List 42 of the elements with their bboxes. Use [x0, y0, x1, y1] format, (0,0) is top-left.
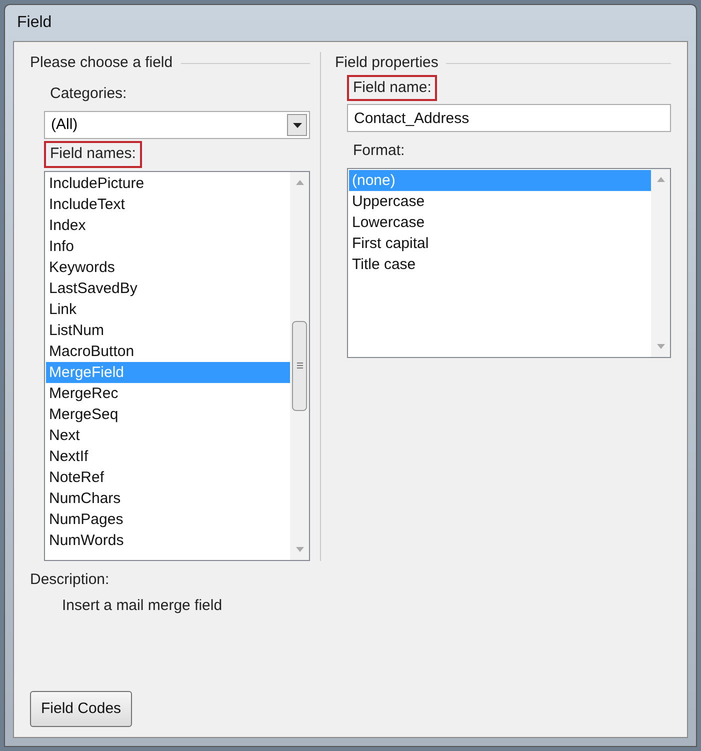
- scrollbar[interactable]: [651, 168, 670, 356]
- dropdown-arrow-icon: [292, 122, 302, 128]
- field-label: Field names:: [44, 141, 142, 168]
- scroll-down-icon[interactable]: [656, 344, 664, 348]
- field-label: Categories:: [49, 84, 128, 104]
- group-title: Field properties: [335, 53, 438, 73]
- list-item[interactable]: Info: [46, 236, 290, 256]
- grip-icon: [296, 362, 302, 369]
- scroll-up-icon[interactable]: [656, 176, 664, 182]
- list-item[interactable]: Index: [46, 214, 290, 236]
- list-item[interactable]: First capital: [349, 232, 651, 254]
- list-item[interactable]: MergeRec: [46, 382, 290, 404]
- scroll-up-icon[interactable]: [296, 180, 304, 184]
- window-title: Field: [17, 13, 52, 33]
- scrollbar[interactable]: [290, 172, 309, 560]
- list-item[interactable]: Link: [46, 298, 290, 320]
- list-item[interactable]: Lowercase: [349, 212, 651, 232]
- list-item[interactable]: IncludePicture: [46, 172, 290, 194]
- field-codes-button[interactable]: Field Codes: [30, 691, 132, 727]
- list-item[interactable]: MacroButton: [46, 340, 290, 362]
- description-text: Insert a mail merge field: [61, 596, 224, 616]
- group-title: Please choose a field: [30, 53, 173, 73]
- list-item[interactable]: NoteRef: [46, 466, 290, 488]
- field-label: Field name:: [347, 74, 438, 101]
- list-item[interactable]: Next: [46, 424, 290, 446]
- scroll-down-icon[interactable]: [296, 546, 304, 552]
- description-label: Description:: [30, 570, 110, 590]
- list-item[interactable]: Uppercase: [349, 190, 651, 212]
- list-item[interactable]: NumWords: [46, 530, 290, 550]
- list-item[interactable]: ListNum: [46, 320, 290, 340]
- field-label: Format:: [352, 141, 406, 161]
- field-name-input[interactable]: Contact_Address: [347, 104, 671, 132]
- list-item[interactable]: NumPages: [46, 508, 290, 530]
- list-item[interactable]: LastSavedBy: [46, 278, 290, 298]
- scroll-thumb[interactable]: [292, 320, 307, 410]
- list-item[interactable]: MergeSeq: [46, 404, 290, 424]
- categories-dropdown[interactable]: (All): [44, 111, 310, 139]
- list-item[interactable]: NextIf: [46, 446, 290, 466]
- list-item[interactable]: Title case: [349, 254, 651, 274]
- list-item[interactable]: NumChars: [46, 488, 290, 508]
- list-item[interactable]: IncludeText: [46, 194, 290, 214]
- list-item[interactable]: Keywords: [46, 256, 290, 278]
